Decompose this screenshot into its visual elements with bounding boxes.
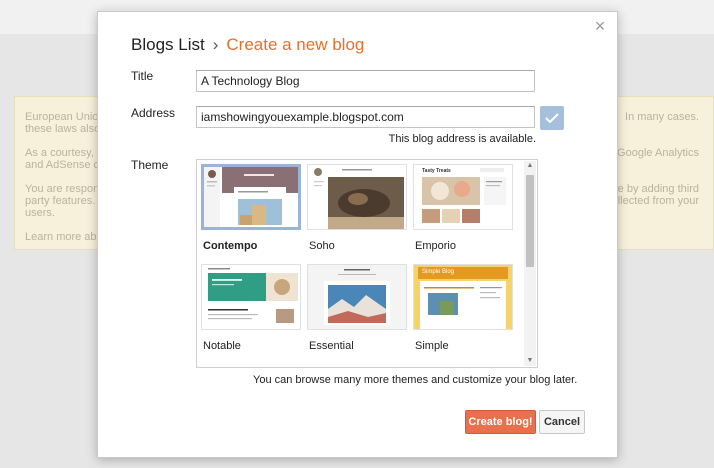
title-input[interactable]: A Technology Blog xyxy=(196,70,535,92)
notice-text: European Unio xyxy=(25,111,99,123)
notice-text: llected from your xyxy=(617,195,699,207)
theme-contempo[interactable]: Contempo xyxy=(201,164,305,260)
thumbnail-title: Simple Blog xyxy=(422,269,455,275)
theme-thumbnail xyxy=(307,264,407,330)
theme-thumbnail xyxy=(307,164,407,230)
address-label: Address xyxy=(131,106,176,120)
theme-label: Theme xyxy=(131,158,169,172)
theme-emporio[interactable]: Tasty Treats Emporio xyxy=(413,164,517,260)
dialog-title: Blogs List › Create a new blog xyxy=(131,35,364,55)
theme-soho[interactable]: Soho xyxy=(307,164,411,260)
theme-thumbnail: Simple Blog xyxy=(413,264,513,330)
breadcrumb-blogs-list[interactable]: Blogs List xyxy=(131,35,205,54)
create-blog-dialog: × Blogs List › Create a new blog Title A T… xyxy=(97,11,618,458)
close-icon[interactable]: × xyxy=(593,17,607,35)
theme-scrollbar[interactable]: ▲ ▼ xyxy=(524,161,536,366)
theme-name: Soho xyxy=(309,240,335,252)
browse-themes-note: You can browse many more themes and cust… xyxy=(253,374,578,386)
scroll-up-arrow-icon[interactable]: ▲ xyxy=(524,161,536,171)
notice-learn-more-link[interactable]: Learn more abo xyxy=(25,231,103,243)
notice-text: You are respon xyxy=(25,183,100,195)
notice-text: and AdSense co xyxy=(25,159,106,171)
breadcrumb-separator: › xyxy=(212,35,219,54)
theme-name: Emporio xyxy=(415,240,456,252)
theme-simple[interactable]: Simple Blog Simple xyxy=(413,264,517,360)
theme-picker: Contempo Soho Tasty Treats Emporio Notab… xyxy=(196,159,538,368)
theme-essential[interactable]: Essential xyxy=(307,264,411,360)
theme-thumbnail: Tasty Treats xyxy=(413,164,513,230)
title-label: Title xyxy=(131,69,154,83)
theme-notable[interactable]: Notable xyxy=(201,264,305,360)
checkmark-icon xyxy=(545,113,559,124)
create-blog-button[interactable]: Create blog! xyxy=(465,410,536,434)
theme-thumbnail xyxy=(201,164,301,230)
notice-text: As a courtesy, w xyxy=(25,147,105,159)
notice-text: party features. T xyxy=(25,195,105,207)
cancel-button[interactable]: Cancel xyxy=(539,410,585,434)
scroll-down-arrow-icon[interactable]: ▼ xyxy=(524,356,536,366)
address-input[interactable]: iamshowingyouexample.blogspot.com xyxy=(196,106,535,128)
theme-name: Contempo xyxy=(203,240,258,252)
address-status: This blog address is available. xyxy=(388,133,536,145)
notice-text: In many cases. xyxy=(625,111,699,123)
theme-name: Simple xyxy=(415,340,449,352)
theme-name: Essential xyxy=(309,340,354,352)
notice-text: of Google Analytics xyxy=(604,147,699,159)
breadcrumb-current: Create a new blog xyxy=(226,35,365,54)
notice-text: users. xyxy=(25,207,55,219)
notice-text: these laws also xyxy=(25,123,101,135)
theme-name: Notable xyxy=(203,340,241,352)
address-check-button[interactable] xyxy=(540,106,564,130)
scrollbar-thumb[interactable] xyxy=(526,175,534,267)
theme-thumbnail xyxy=(201,264,301,330)
